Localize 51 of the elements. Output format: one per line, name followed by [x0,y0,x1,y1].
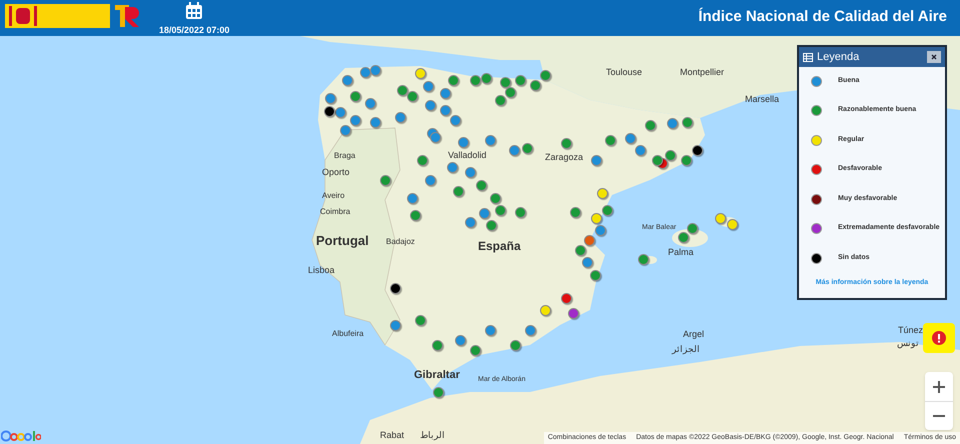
alert-button[interactable] [923,323,955,353]
map-place-label: الرباط [420,431,445,440]
station-marker[interactable] [715,213,726,224]
map-place-label: Gibraltar [414,370,460,381]
station-marker[interactable] [687,223,698,234]
map-place-label: Valladolid [448,151,486,160]
station-marker[interactable] [692,145,703,156]
map-place-label: Coimbra [320,208,350,216]
station-marker[interactable] [515,75,526,86]
table-icon [803,52,813,62]
page-title: Índice Nacional de Calidad del Aire [698,6,947,27]
station-marker[interactable] [510,340,521,351]
station-marker[interactable] [433,387,444,398]
station-marker[interactable] [470,75,481,86]
map-place-label: Zaragoza [545,153,584,162]
map-place-label: Oporto [322,168,350,177]
map-place-label: Lisboa [308,266,335,275]
station-marker[interactable] [500,77,511,88]
station-marker[interactable] [370,65,381,76]
station-marker[interactable] [727,219,738,230]
plus-icon [933,380,945,392]
map-place-label: تونس [897,339,919,348]
station-marker[interactable] [602,205,613,216]
station-marker[interactable] [590,270,601,281]
map-place-label: Túnez [898,326,924,335]
exclamation-icon [932,331,946,345]
close-button[interactable] [927,51,941,63]
legend-title: Leyenda [817,50,860,65]
station-marker[interactable] [681,155,692,166]
program-logo [113,3,141,29]
station-marker[interactable] [540,70,551,81]
map-place-label: Braga [334,152,356,160]
minus-icon [933,415,945,417]
map-place-label: Albufeira [332,330,364,338]
close-icon [931,54,937,60]
map-place-label: España [478,240,521,252]
map-place-label: Portugal [316,234,369,247]
map-place-label: الجزائر [672,345,700,354]
map-place-label: Palma [668,248,694,257]
map-place-label: Marsella [745,95,780,104]
station-marker[interactable] [638,254,649,265]
date-time: 18/05/2022 07:00 [159,24,230,37]
station-marker[interactable] [595,225,606,236]
map-place-label: Toulouse [606,68,642,77]
map-place-label: Badajoz [386,238,415,246]
station-marker[interactable] [360,67,371,78]
map-place-label: Rabat [380,431,404,440]
map-place-label: Montpellier [680,68,724,77]
map-place-label: Argel [683,330,704,339]
map-place-label: Aveiro [322,192,345,200]
station-marker[interactable] [481,73,492,84]
